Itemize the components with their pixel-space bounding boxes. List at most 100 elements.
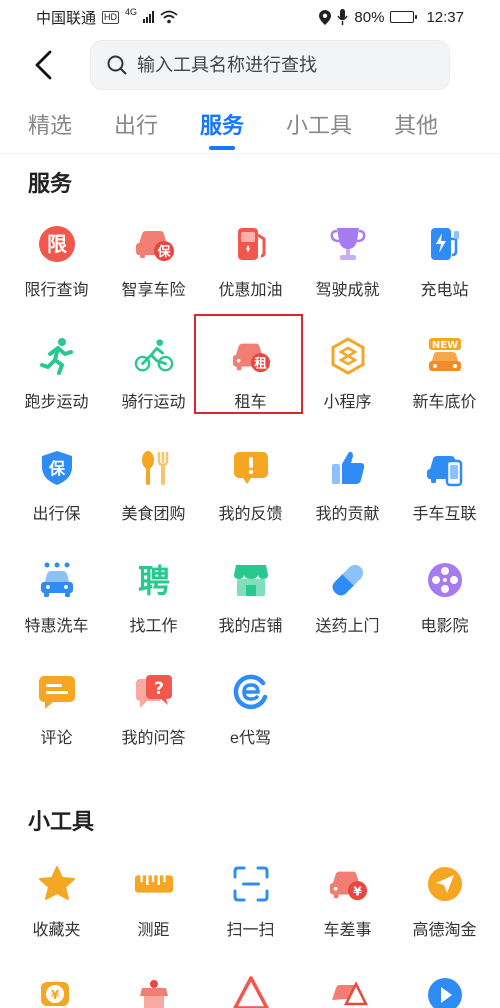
- status-bar: 中国联通 HD 4G 80% 12:37: [0, 0, 500, 34]
- service-item-comment[interactable]: 评论: [8, 660, 105, 772]
- battery-icon: [390, 11, 418, 23]
- service-label: 电影院: [420, 618, 469, 635]
- fuel-icon: [231, 224, 271, 264]
- tab-services[interactable]: 服务: [200, 100, 244, 154]
- charging-icon: [425, 224, 465, 264]
- service-item-store[interactable]: 我的店铺: [202, 548, 299, 660]
- warning-triangle-icon: [232, 976, 269, 1008]
- service-item-restriction[interactable]: 限 限行查询: [8, 212, 105, 324]
- service-item-mini-program[interactable]: 小程序: [299, 324, 396, 436]
- service-item-e-driver[interactable]: e代驾: [202, 660, 299, 772]
- service-label: 特惠洗车: [24, 618, 89, 635]
- svg-text:限: 限: [47, 232, 67, 256]
- service-item-trophy[interactable]: 驾驶成就: [299, 212, 396, 324]
- svg-text:聘: 聘: [137, 562, 169, 599]
- new-car-icon: NEW: [425, 336, 465, 376]
- tool-label: 高德淘金: [412, 922, 477, 939]
- service-label: 评论: [40, 730, 73, 747]
- search-icon: [107, 55, 127, 75]
- tool-item-ruler[interactable]: 测距: [105, 852, 202, 964]
- service-item-travel-insurance[interactable]: 保 出行保: [8, 436, 105, 548]
- service-item-fuel[interactable]: 优惠加油: [202, 212, 299, 324]
- tools-grid-next-row: ¥: [8, 972, 494, 1008]
- service-label: 我的贡献: [315, 506, 380, 523]
- svg-text:NEW: NEW: [431, 340, 457, 351]
- service-item-car-wash[interactable]: 特惠洗车: [8, 548, 105, 660]
- microphone-icon: [337, 9, 349, 25]
- service-label: 新车底价: [412, 394, 477, 411]
- service-label: 出行保: [32, 506, 81, 523]
- feedback-icon: [231, 448, 271, 488]
- service-item-charging[interactable]: 充电站: [396, 212, 493, 324]
- trophy-icon: [328, 224, 368, 264]
- service-label: 骑行运动: [121, 394, 186, 411]
- header: [0, 36, 500, 94]
- tool-item-partial[interactable]: [396, 972, 493, 1008]
- e-driver-icon: [231, 672, 271, 712]
- tool-label: 车差事: [323, 922, 372, 939]
- car-errand-icon: ¥: [328, 864, 368, 904]
- back-button[interactable]: [26, 46, 60, 84]
- service-label: 小程序: [323, 394, 372, 411]
- scan-icon: [231, 864, 271, 904]
- food-icon: [134, 448, 174, 488]
- chevron-left-icon: [35, 50, 52, 80]
- service-label: 充电站: [420, 282, 469, 299]
- service-item-medicine[interactable]: 送药上门: [299, 548, 396, 660]
- play-icon: [427, 978, 462, 1008]
- send-icon: [425, 864, 465, 904]
- category-tabs: 精选 出行 服务 小工具 其他: [0, 100, 500, 154]
- service-label: e代驾: [230, 730, 271, 747]
- phone-car-icon: [425, 448, 465, 488]
- store-alert-icon: [139, 980, 168, 1008]
- service-item-running[interactable]: 跑步运动: [8, 324, 105, 436]
- running-icon: [37, 336, 77, 376]
- tool-item-favorites[interactable]: 收藏夹: [8, 852, 105, 964]
- tool-label: 收藏夹: [32, 922, 81, 939]
- tab-other[interactable]: 其他: [394, 100, 438, 154]
- search-input[interactable]: [137, 54, 427, 76]
- tool-item-car-errand[interactable]: ¥ 车差事: [299, 852, 396, 964]
- tool-item-partial[interactable]: [299, 972, 396, 1008]
- carrier-name: 中国联通: [36, 9, 97, 27]
- svg-text:¥: ¥: [353, 884, 362, 898]
- service-item-new-car[interactable]: NEW 新车底价: [396, 324, 493, 436]
- svg-text:¥: ¥: [50, 988, 59, 1002]
- service-label: 我的反馈: [218, 506, 283, 523]
- restriction-icon: 限: [37, 224, 77, 264]
- service-item-cycling[interactable]: 骑行运动: [105, 324, 202, 436]
- search-box[interactable]: [90, 40, 450, 90]
- service-label: 跑步运动: [24, 394, 89, 411]
- star-icon: [37, 864, 77, 904]
- service-item-car-rental[interactable]: 租 租车: [194, 314, 303, 436]
- service-item-food[interactable]: 美食团购: [105, 436, 202, 548]
- tool-item-gold[interactable]: 高德淘金: [396, 852, 493, 964]
- tool-item-partial[interactable]: [202, 972, 299, 1008]
- service-item-feedback[interactable]: 我的反馈: [202, 436, 299, 548]
- ruler-icon: [134, 864, 174, 904]
- services-grid: 限 限行查询 保 智享车险 优惠加油 驾驶成就 充电站 跑步运动 骑行运动 租 …: [8, 212, 494, 772]
- clock: 12:37: [426, 8, 464, 26]
- tools-grid: 收藏夹 测距 扫一扫 ¥ 车差事 高德淘金: [8, 852, 494, 964]
- service-item-car-insurance[interactable]: 保 智享车险: [105, 212, 202, 324]
- tool-item-scan[interactable]: 扫一扫: [202, 852, 299, 964]
- mini-program-icon: [328, 336, 368, 376]
- service-label: 找工作: [129, 618, 178, 635]
- tab-tools[interactable]: 小工具: [286, 100, 352, 154]
- wifi-icon: [160, 10, 178, 24]
- service-item-qa[interactable]: ? 我的问答: [105, 660, 202, 772]
- service-item-cinema[interactable]: 电影院: [396, 548, 493, 660]
- service-item-job[interactable]: 聘 找工作: [105, 548, 202, 660]
- signal-icon: [143, 11, 155, 23]
- tab-featured[interactable]: 精选: [28, 100, 72, 154]
- cycling-icon: [134, 336, 174, 376]
- tab-travel[interactable]: 出行: [114, 100, 158, 154]
- service-label: 手车互联: [412, 506, 477, 523]
- coin-car-icon: ¥: [40, 982, 69, 1006]
- tool-item-partial[interactable]: ¥: [8, 972, 105, 1008]
- service-item-phone-car[interactable]: 手车互联: [396, 436, 493, 548]
- tool-item-partial[interactable]: [105, 972, 202, 1008]
- service-item-contribution[interactable]: 我的贡献: [299, 436, 396, 548]
- car-insurance-icon: 保: [134, 224, 174, 264]
- service-label: 优惠加油: [218, 282, 283, 299]
